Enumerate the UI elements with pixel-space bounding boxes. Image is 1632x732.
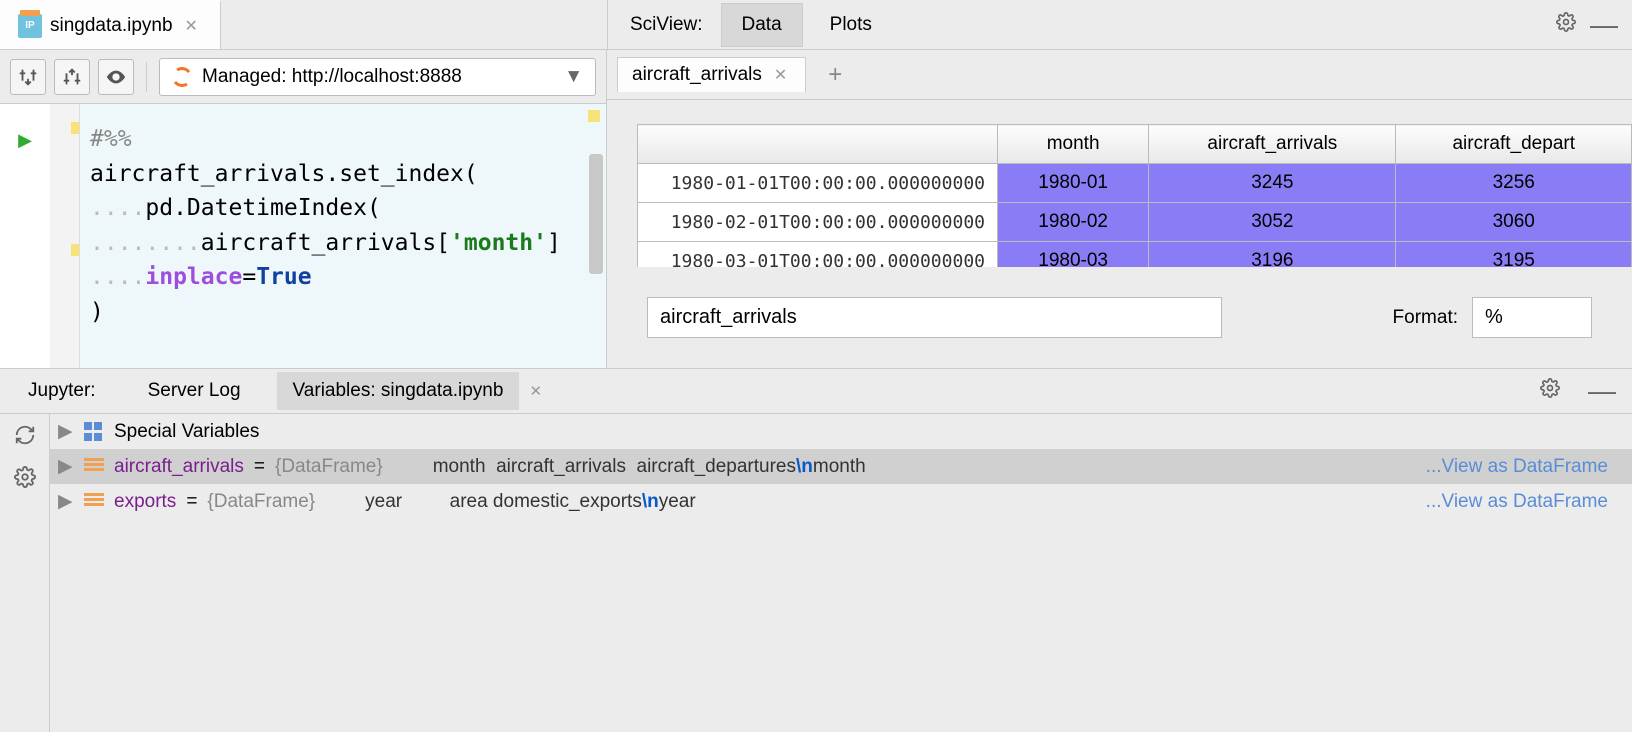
variables-list: ▶ Special Variables ▶ aircraft_arrivals … [50, 414, 1632, 732]
variable-name: exports [114, 491, 176, 513]
variable-row[interactable]: ▶ aircraft_arrivals = {DataFrame} month … [50, 449, 1632, 484]
variable-name: aircraft_arrivals [114, 456, 244, 478]
gear-icon[interactable] [1552, 8, 1580, 42]
file-tab-bar: IP singdata.ipynb ✕ [0, 0, 607, 49]
tab-plots[interactable]: Plots [809, 3, 893, 47]
code-editor[interactable]: #%% aircraft_arrivals.set_index( ....pd.… [80, 104, 606, 368]
tab-server-log[interactable]: Server Log [132, 372, 257, 410]
jupyter-label: Jupyter: [12, 372, 112, 410]
variable-name-input[interactable] [647, 297, 1222, 338]
col-depart[interactable]: aircraft_depart [1396, 125, 1632, 164]
view-as-dataframe-link[interactable]: ...View as DataFrame [1426, 456, 1624, 478]
chevron-down-icon: ▼ [564, 66, 583, 88]
table-row[interactable]: 1980-03-01T00:00:00.0000000001980-033196… [638, 242, 1632, 268]
dataframe-icon [84, 493, 104, 511]
server-dropdown-label: Managed: http://localhost:8888 [202, 66, 462, 88]
code-cell-marker: #%% [90, 126, 132, 152]
jupyter-icon [170, 65, 193, 88]
gear-icon[interactable] [1536, 374, 1564, 408]
dataframe-icon [84, 458, 104, 476]
ipynb-icon: IP [18, 14, 42, 38]
format-label: Format: [1393, 307, 1458, 329]
preview-button[interactable] [98, 59, 134, 95]
editor-gutter [50, 104, 80, 368]
tab-data[interactable]: Data [721, 3, 803, 47]
close-icon[interactable]: ✕ [770, 65, 791, 85]
scrollbar-thumb[interactable] [589, 154, 603, 274]
sciview-toolbar: SciView: Data Plots — [607, 0, 1632, 49]
file-tab-label: singdata.ipynb [50, 15, 173, 37]
tab-variables[interactable]: Variables: singdata.ipynb [277, 372, 520, 410]
close-icon[interactable]: ✕ [529, 382, 542, 400]
sciview-label: SciView: [618, 14, 715, 36]
data-table: month aircraft_arrivals aircraft_depart … [607, 100, 1632, 267]
refresh-icon[interactable] [14, 424, 36, 452]
format-input[interactable] [1472, 297, 1592, 338]
group-icon [84, 422, 104, 442]
server-dropdown[interactable]: Managed: http://localhost:8888 ▼ [159, 58, 596, 96]
data-tab-label: aircraft_arrivals [632, 64, 762, 86]
run-cell-icon[interactable]: ▶ [18, 130, 32, 151]
expand-icon[interactable]: ▶ [58, 455, 74, 478]
view-as-dataframe-link[interactable]: ...View as DataFrame [1426, 491, 1624, 513]
special-variables-label: Special Variables [114, 421, 259, 443]
minimize-icon[interactable]: — [1584, 382, 1620, 400]
data-tab-bar: aircraft_arrivals ✕ + [607, 50, 1632, 100]
expand-icon[interactable]: ▶ [58, 490, 74, 513]
variable-type: {DataFrame} [207, 491, 315, 513]
table-row[interactable]: 1980-01-01T00:00:00.0000000001980-013245… [638, 164, 1632, 203]
run-cell-below-button[interactable] [10, 59, 46, 95]
variable-preview: month aircraft_arrivals aircraft_departu… [433, 456, 866, 478]
gear-icon[interactable] [14, 466, 36, 494]
col-index[interactable] [638, 125, 998, 164]
bottom-panel-tabs: Jupyter: Server Log Variables: singdata.… [0, 368, 1632, 414]
variable-type: {DataFrame} [275, 456, 383, 478]
file-tab[interactable]: IP singdata.ipynb ✕ [0, 0, 221, 49]
minimize-icon[interactable]: — [1586, 16, 1622, 34]
close-icon[interactable]: ✕ [181, 16, 202, 36]
add-tab-button[interactable]: + [818, 61, 852, 89]
special-variables-row[interactable]: ▶ Special Variables [50, 414, 1632, 449]
variable-row[interactable]: ▶ exports = {DataFrame} year area domest… [50, 484, 1632, 519]
run-cell-above-button[interactable] [54, 59, 90, 95]
col-month[interactable]: month [998, 125, 1149, 164]
expand-icon[interactable]: ▶ [58, 420, 74, 443]
table-row[interactable]: 1980-02-01T00:00:00.0000000001980-023052… [638, 203, 1632, 242]
data-tab[interactable]: aircraft_arrivals ✕ [617, 57, 806, 92]
variable-preview: year area domestic_exports\nyear [365, 491, 696, 513]
col-arrivals[interactable]: aircraft_arrivals [1149, 125, 1396, 164]
